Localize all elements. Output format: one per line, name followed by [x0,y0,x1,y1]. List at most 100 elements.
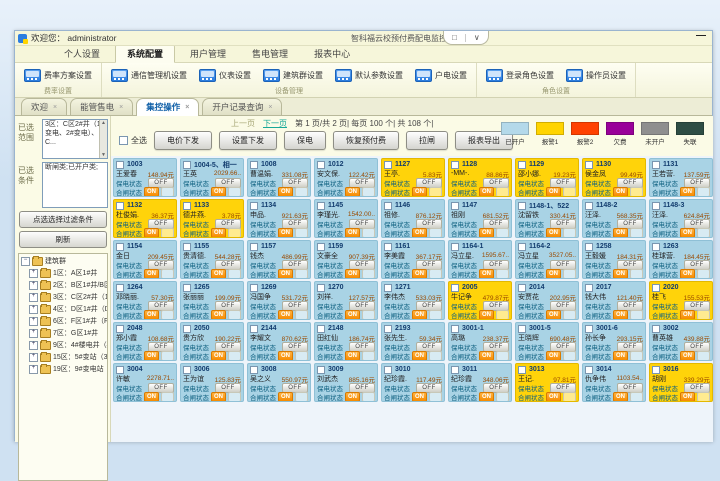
hezha-on-toggle[interactable]: ON [211,392,226,402]
tree-expand-icon[interactable]: + [29,341,38,350]
card-checkbox[interactable] [451,366,459,374]
meter-card[interactable]: 1132杜俊娟.36.37元保电状态OFF合闸状态ON [113,199,177,238]
toolbar-button-电价下发[interactable]: 电价下发 [154,131,212,150]
card-checkbox[interactable] [183,284,191,292]
hezha-on-toggle[interactable]: ON [211,187,226,197]
meter-card[interactable]: 3004许敏2278.71..保电状态OFF合闸状态ON [113,363,177,402]
meter-card[interactable]: 1155贵清德.544.28元保电状态OFF合闸状态ON [180,240,244,279]
tab-欢迎[interactable]: 欢迎× [21,98,67,115]
hezha-on-toggle[interactable]: ON [613,187,628,197]
card-checkbox[interactable] [518,325,526,333]
hezha-on-toggle[interactable]: ON [211,310,226,320]
card-checkbox[interactable] [317,284,325,292]
card-checkbox[interactable] [116,366,124,374]
tree-expand-icon[interactable]: + [29,329,38,338]
ribbon-button-默认参数设置[interactable]: 默认参数设置 [332,67,406,84]
hezha-on-toggle[interactable]: ON [278,392,293,402]
meter-card[interactable]: 2020桂飞155.53元保电状态OFF合闸状态ON [649,281,713,320]
card-checkbox[interactable] [585,161,593,169]
card-checkbox[interactable] [250,284,258,292]
card-checkbox[interactable] [451,161,459,169]
card-checkbox[interactable] [652,366,660,374]
hezha-on-toggle[interactable]: ON [680,228,695,238]
hezha-on-toggle[interactable]: ON [613,351,628,361]
meter-card[interactable]: 3013王记.97.81元保电状态OFF合闸状态ON [515,363,579,402]
tree-node[interactable]: +4区：D区1#井（D区... [29,304,107,314]
meter-card[interactable]: 2017钱大伟121.40元保电状态OFF合闸状态ON [582,281,646,320]
hezha-on-toggle[interactable]: ON [546,351,561,361]
hezha-on-toggle[interactable]: ON [546,228,561,238]
card-checkbox[interactable] [451,243,459,251]
meter-card[interactable]: 3006王为谊125.83元保电状态OFF合闸状态ON [180,363,244,402]
card-checkbox[interactable] [317,366,325,374]
meter-card[interactable]: 2193张先生.59.34元保电状态OFF合闸状态ON [381,322,445,361]
meter-card[interactable]: 1004-5、相一王英2029.66..保电状态OFF合闸状态ON [180,158,244,197]
card-checkbox[interactable] [250,202,258,210]
card-checkbox[interactable] [384,325,392,333]
card-checkbox[interactable] [585,202,593,210]
card-checkbox[interactable] [317,202,325,210]
card-checkbox[interactable] [116,202,124,210]
card-checkbox[interactable] [585,243,593,251]
hezha-on-toggle[interactable]: ON [680,351,695,361]
hezha-on-toggle[interactable]: ON [211,351,226,361]
meter-card[interactable]: 1258王毅媛184.31元保电状态OFF合闸状态ON [582,240,646,279]
hezha-on-toggle[interactable]: ON [211,269,226,279]
meter-card[interactable]: 1134申品.921.63元保电状态OFF合闸状态ON [247,199,311,238]
meter-card[interactable]: 1130侯金凤99.49元保电状态OFF合闸状态ON [582,158,646,197]
hezha-on-toggle[interactable]: ON [144,392,159,402]
card-checkbox[interactable] [384,202,392,210]
next-page-link[interactable]: 下一页 [263,118,287,129]
ribbon-button-登录角色设置[interactable]: 登录角色设置 [483,67,557,84]
meter-card[interactable]: 1146祖修.876.12元保电状态OFF合闸状态ON [381,199,445,238]
card-checkbox[interactable] [451,325,459,333]
card-checkbox[interactable] [652,202,660,210]
hezha-on-toggle[interactable]: ON [546,269,561,279]
meter-card[interactable]: 1161李美霞367.17元保电状态OFF合闸状态ON [381,240,445,279]
card-checkbox[interactable] [384,366,392,374]
meter-card[interactable]: 2148田红仙186.74元保电状态OFF合闸状态ON [314,322,378,361]
hezha-on-toggle[interactable]: ON [345,392,360,402]
meter-card[interactable]: 1129邵小娜.19.23元保电状态OFF合闸状态ON [515,158,579,197]
tree-expand-icon[interactable]: + [29,365,38,374]
card-checkbox[interactable] [183,202,191,210]
meter-card[interactable]: 1148-2汪泽.568.35元保电状态OFF合闸状态ON [582,199,646,238]
hezha-on-toggle[interactable]: ON [479,228,494,238]
tree-expand-icon[interactable]: + [29,269,38,278]
meter-card[interactable]: 1148-3汪泽.624.84元保电状态OFF合闸状态ON [649,199,713,238]
hezha-on-toggle[interactable]: ON [613,269,628,279]
hezha-on-toggle[interactable]: ON [412,228,427,238]
meter-card[interactable]: 1270刘祥.127.57元保电状态OFF合闸状态ON [314,281,378,320]
meter-card[interactable]: 1133德井燕.3.78元保电状态OFF合闸状态ON [180,199,244,238]
tree-node[interactable]: +2区：B区1#井/B区1... [29,280,107,290]
prev-page-link[interactable]: 上一页 [231,118,255,129]
card-checkbox[interactable] [451,202,459,210]
hezha-on-toggle[interactable]: ON [479,392,494,402]
hezha-on-toggle[interactable]: ON [680,269,695,279]
card-checkbox[interactable] [384,284,392,292]
hezha-on-toggle[interactable]: ON [479,269,494,279]
hezha-on-toggle[interactable]: ON [479,187,494,197]
ribbon-button-仪表设置[interactable]: 仪表设置 [196,67,254,84]
meter-card[interactable]: 1271李伟杰533.03元保电状态OFF合闸状态ON [381,281,445,320]
hezha-on-toggle[interactable]: ON [278,187,293,197]
card-checkbox[interactable] [116,284,124,292]
hezha-on-toggle[interactable]: ON [613,392,628,402]
menu-item-用户管理[interactable]: 用户管理 [179,45,237,62]
meter-card[interactable]: 3014仇争伟1103.54..保电状态OFF合闸状态ON [582,363,646,402]
meter-card[interactable]: 3001-6孙长争293.15元保电状态OFF合闸状态ON [582,322,646,361]
card-checkbox[interactable] [317,243,325,251]
menu-item-系统配置[interactable]: 系统配置 [115,44,175,63]
tree-expand-icon[interactable]: + [29,281,38,290]
tree-expand-icon[interactable]: + [29,353,38,362]
menu-item-个人设置[interactable]: 个人设置 [53,45,111,62]
ribbon-button-通信管理机设置[interactable]: 通信管理机设置 [108,67,190,84]
hezha-on-toggle[interactable]: ON [479,351,494,361]
meter-card[interactable]: 2048郑小霞108.68元保电状态OFF合闸状态ON [113,322,177,361]
meter-card[interactable]: 1164-1冯立星.1595.67..保电状态OFF合闸状态ON [448,240,512,279]
meter-card[interactable]: 3001-5王晓辉690.48元保电状态OFF合闸状态ON [515,322,579,361]
hezha-on-toggle[interactable]: ON [345,310,360,320]
hezha-on-toggle[interactable]: ON [412,392,427,402]
toolbar-button-恢复预付费[interactable]: 恢复预付费 [333,131,399,150]
tree-node[interactable]: +6区：F区1#井（F区... [29,316,107,326]
